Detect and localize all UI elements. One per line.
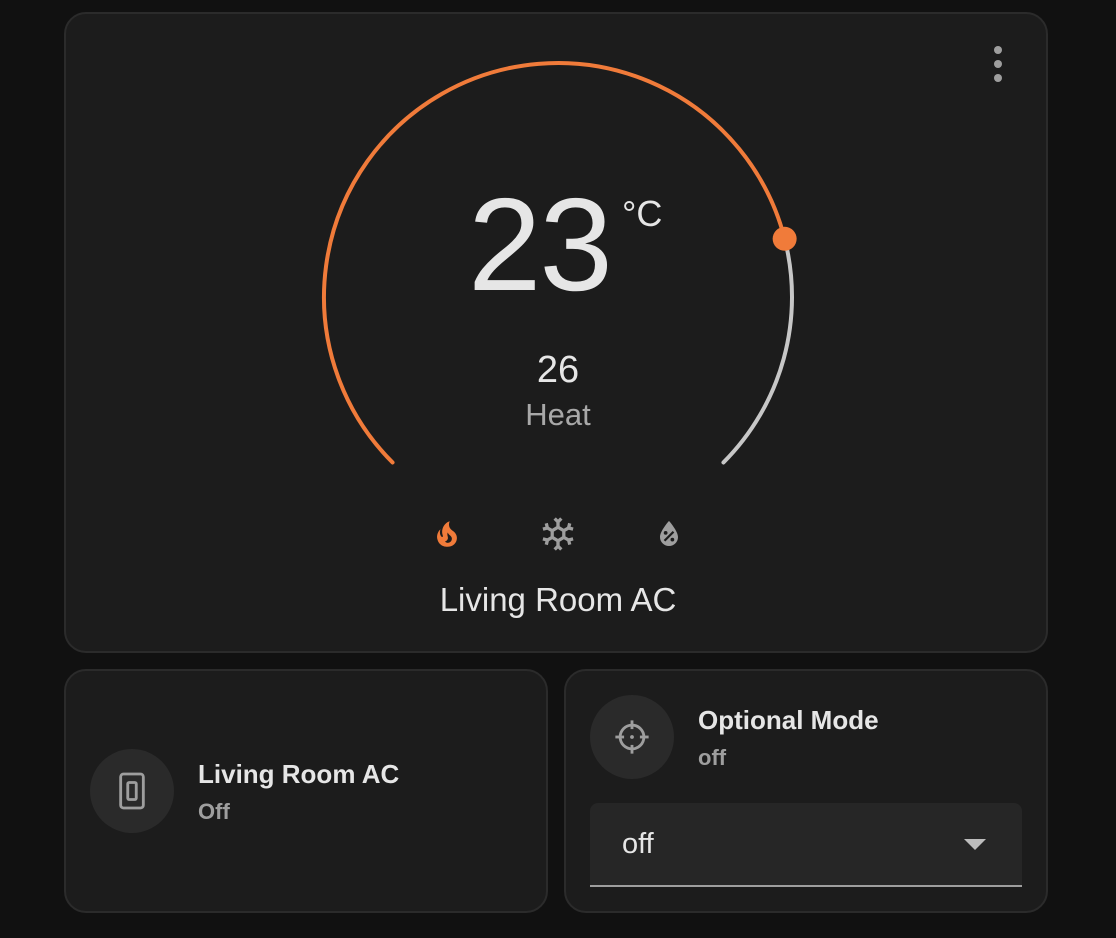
dots-vertical-icon-dot xyxy=(994,60,1002,68)
select-tile-state: off xyxy=(698,745,727,770)
select-icon-button[interactable] xyxy=(590,695,674,779)
dots-vertical-icon-dot xyxy=(994,74,1002,82)
chevron-down-icon xyxy=(964,839,986,850)
select-tile-card[interactable]: Optional Mode off off xyxy=(564,669,1048,913)
switch-tile-name: Living Room AC xyxy=(198,759,400,789)
mode-dry-button[interactable] xyxy=(644,509,694,559)
switch-icon-button[interactable] xyxy=(90,749,174,833)
hvac-mode-bar xyxy=(422,509,694,559)
light-switch-icon xyxy=(119,772,145,810)
thermostat-card: 23 °C 26 Heat Living Room AC xyxy=(64,12,1048,653)
selected-option: off xyxy=(622,828,654,860)
switch-tile-state: Off xyxy=(198,799,230,824)
more-options-button[interactable] xyxy=(986,44,1010,84)
snowflake-icon xyxy=(542,517,574,551)
thermostat-name[interactable]: Living Room AC xyxy=(358,580,758,620)
fire-icon xyxy=(437,521,457,547)
mode-cool-button[interactable] xyxy=(533,509,583,559)
dial-handle[interactable] xyxy=(772,226,797,251)
current-temperature: 26 xyxy=(536,349,580,391)
dial-track xyxy=(721,236,794,465)
option-select-dropdown[interactable]: off xyxy=(590,803,1022,887)
hvac-action: Heat xyxy=(525,397,591,432)
switch-tile-card[interactable]: Living Room AC Off xyxy=(64,669,548,913)
water-percent-icon xyxy=(660,520,678,546)
temperature-unit: °C xyxy=(622,193,663,234)
dots-vertical-icon xyxy=(994,46,1002,54)
mode-heat-button[interactable] xyxy=(422,509,472,559)
target-temperature: 23 xyxy=(468,171,613,318)
select-tile-name: Optional Mode xyxy=(698,705,879,735)
crosshairs-icon xyxy=(615,720,649,754)
